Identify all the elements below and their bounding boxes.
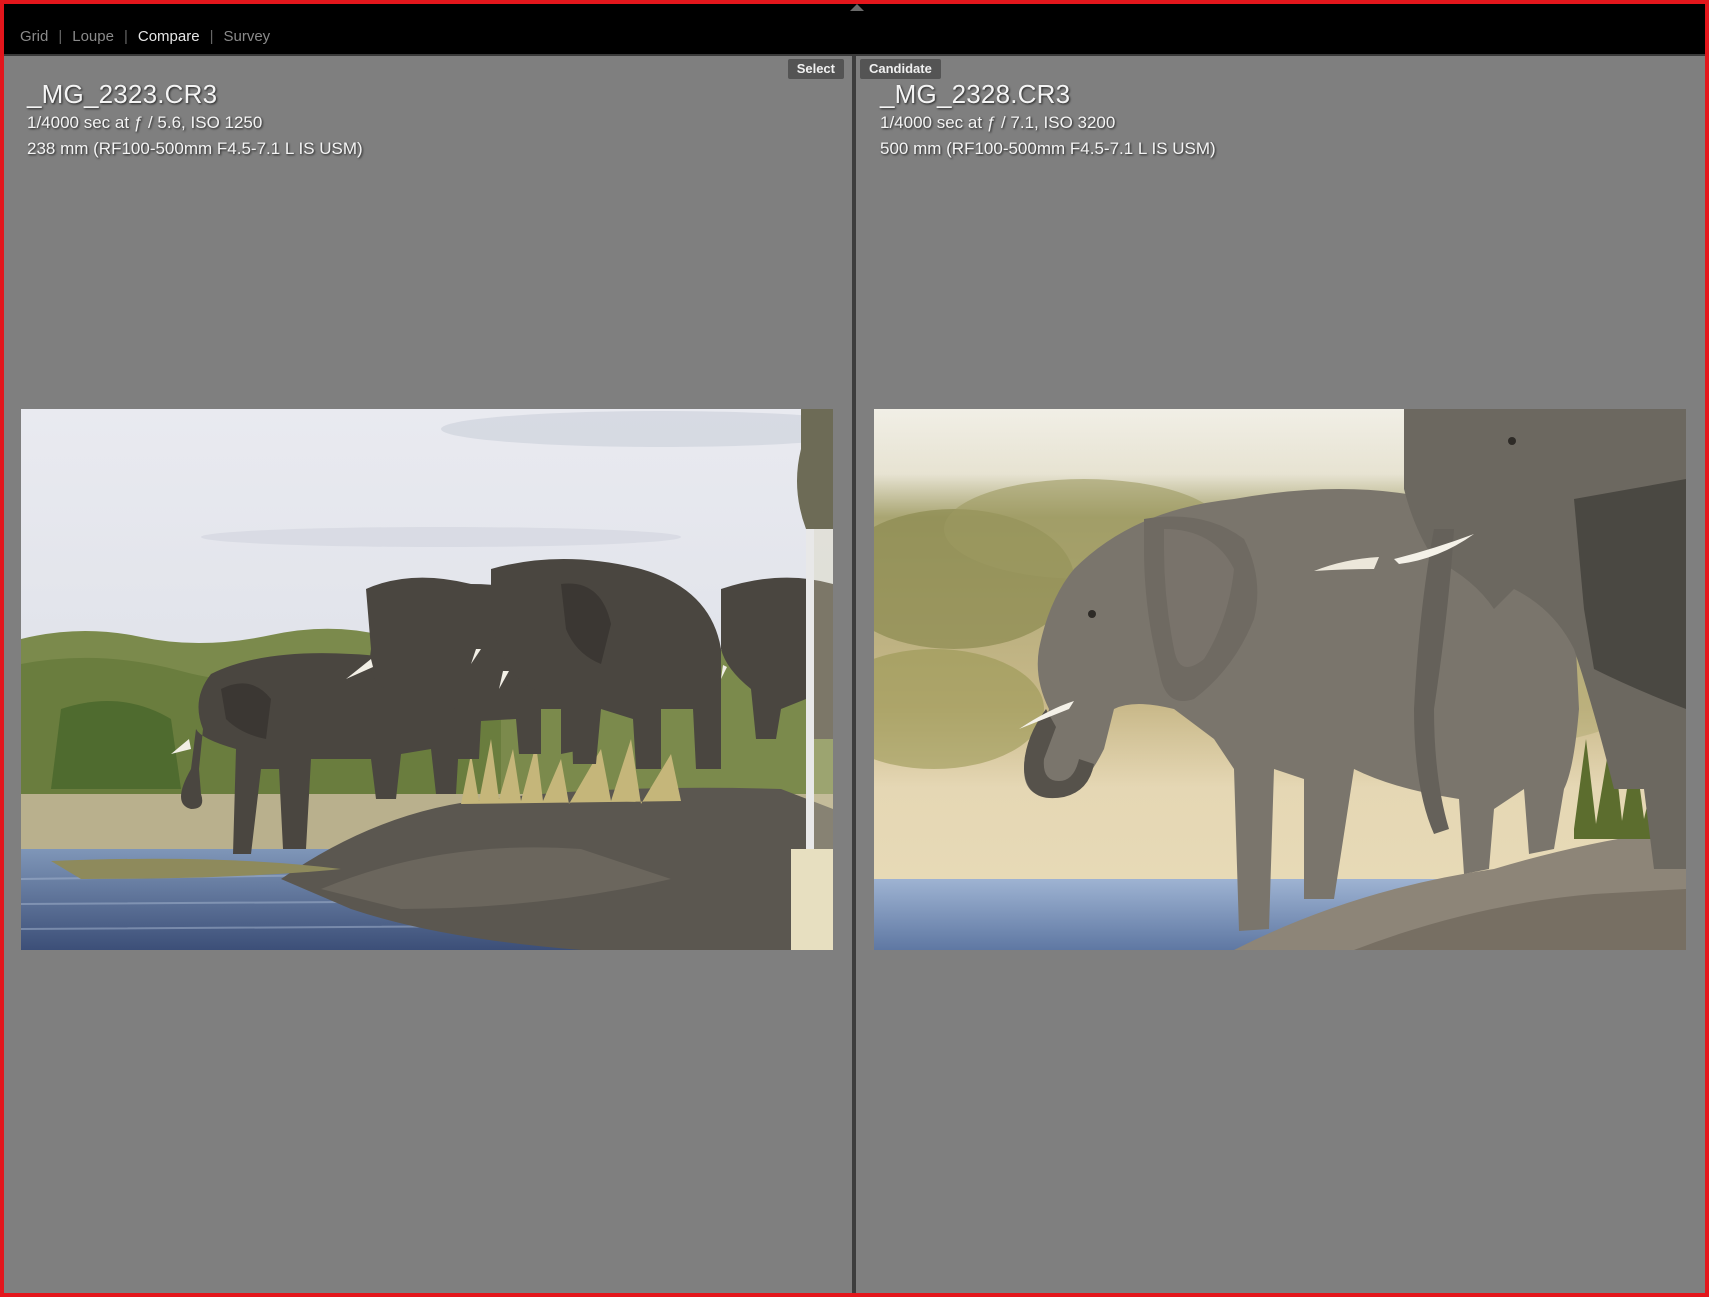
tab-separator: | <box>123 28 128 45</box>
select-filename: _MG_2323.CR3 <box>27 79 218 109</box>
tab-survey[interactable]: Survey <box>223 28 270 45</box>
elephant-closeup-image <box>874 409 1686 950</box>
view-mode-tabs: Grid | Loupe | Compare | Survey <box>20 28 270 45</box>
candidate-filename: _MG_2328.CR3 <box>880 79 1071 109</box>
elephant-herd-image <box>21 409 833 950</box>
select-info-overlay: _MG_2323.CR3 1/4000 sec at ƒ / 5.6, ISO … <box>27 78 363 162</box>
candidate-pane[interactable]: Candidate _MG_2328.CR3 1/4000 sec at ƒ /… <box>856 56 1705 1293</box>
view-mode-toolbar: Grid | Loupe | Compare | Survey <box>4 4 1705 54</box>
select-badge: Select <box>787 59 844 79</box>
candidate-exposure: 1/4000 sec at ƒ / 7.1, ISO 3200 <box>880 113 1116 132</box>
select-pane[interactable]: Select _MG_2323.CR3 1/4000 sec at ƒ / 5.… <box>4 56 852 1293</box>
select-exposure: 1/4000 sec at ƒ / 5.6, ISO 1250 <box>27 113 263 132</box>
tab-separator: | <box>58 28 63 45</box>
tab-grid[interactable]: Grid <box>20 28 48 45</box>
tab-compare[interactable]: Compare <box>138 28 200 45</box>
tab-loupe[interactable]: Loupe <box>72 28 114 45</box>
candidate-photo[interactable] <box>874 409 1686 950</box>
select-lens: 238 mm (RF100-500mm F4.5-7.1 L IS USM) <box>27 139 363 158</box>
collapse-panel-arrow-icon[interactable] <box>850 4 864 11</box>
candidate-info-overlay: _MG_2328.CR3 1/4000 sec at ƒ / 7.1, ISO … <box>880 78 1216 162</box>
tab-separator: | <box>209 28 214 45</box>
candidate-lens: 500 mm (RF100-500mm F4.5-7.1 L IS USM) <box>880 139 1216 158</box>
candidate-badge: Candidate <box>860 59 941 79</box>
select-photo[interactable] <box>21 409 833 950</box>
